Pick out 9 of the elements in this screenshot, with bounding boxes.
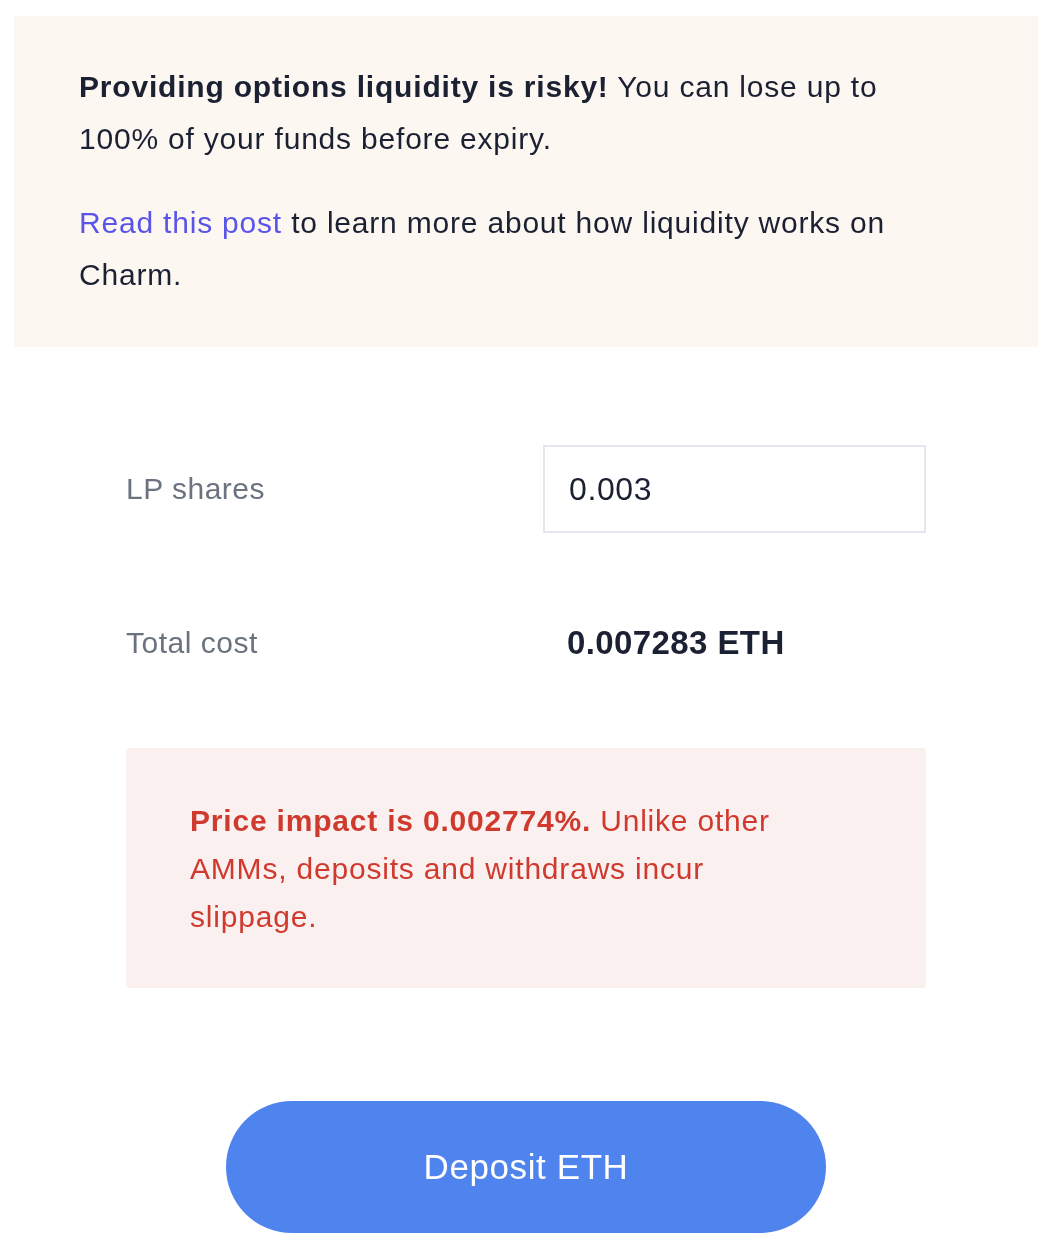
info-paragraph: Read this post to learn more about how liquidity works on Charm.: [79, 205, 886, 293]
field-label: Total cost: [126, 626, 258, 660]
warning-paragraph: Providing options liquidity is risky! You can lose up to 100% of your funds before expiry.: [79, 69, 879, 157]
lp-shares-field[interactable]: 0.003: [543, 445, 926, 533]
total-cost-value: 0.007283 ETH: [567, 624, 785, 662]
read-post-link[interactable]: Read this post: [79, 206, 282, 239]
field-label: LP shares: [126, 472, 266, 506]
alert-message: Price impact is 0.002774%. Unlike other AMMs, deposits and withdraws incur slippage.: [190, 803, 771, 935]
deposit-button[interactable]: Deposit ETH: [226, 1101, 826, 1233]
